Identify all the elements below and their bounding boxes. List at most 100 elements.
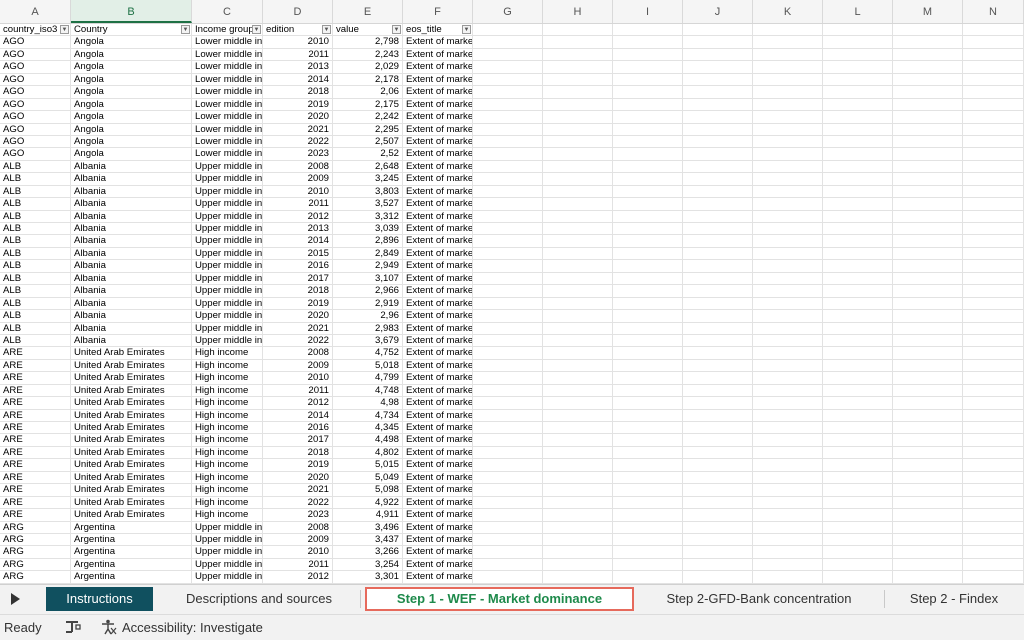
data-cell[interactable]: ARE <box>0 459 71 472</box>
data-cell[interactable]: Angola <box>71 73 192 87</box>
empty-cell[interactable] <box>823 558 893 572</box>
empty-cell[interactable] <box>613 272 683 286</box>
empty-cell[interactable] <box>893 322 963 335</box>
empty-cell[interactable] <box>823 61 893 74</box>
empty-cell[interactable] <box>543 359 613 373</box>
data-cell[interactable]: 2022 <box>263 135 333 149</box>
data-cell[interactable]: Extent of market dominance <box>403 384 473 398</box>
data-cell[interactable]: United Arab Emirates <box>71 496 192 510</box>
data-cell[interactable]: Extent of market dominance <box>403 521 473 534</box>
empty-cell[interactable] <box>893 471 963 485</box>
data-cell[interactable]: 2,242 <box>333 111 403 124</box>
empty-cell[interactable] <box>543 86 613 99</box>
empty-cell[interactable] <box>613 509 683 522</box>
data-cell[interactable]: Extent of market dominance <box>403 459 473 472</box>
empty-cell[interactable] <box>683 160 753 174</box>
empty-cell[interactable] <box>963 73 1024 87</box>
empty-cell[interactable] <box>473 459 543 472</box>
empty-cell[interactable] <box>823 434 893 447</box>
data-cell[interactable]: ALB <box>0 322 71 335</box>
empty-cell[interactable] <box>543 422 613 435</box>
data-cell[interactable]: Angola <box>71 86 192 99</box>
data-cell[interactable]: ARE <box>0 384 71 398</box>
empty-cell[interactable] <box>543 459 613 472</box>
empty-cell[interactable] <box>963 372 1024 385</box>
data-cell[interactable]: 2017 <box>263 434 333 447</box>
empty-cell[interactable] <box>753 61 823 74</box>
data-cell[interactable]: 2011 <box>263 48 333 62</box>
data-cell[interactable]: Lower middle income <box>192 111 263 124</box>
empty-cell[interactable] <box>473 86 543 99</box>
data-cell[interactable]: ARG <box>0 558 71 572</box>
empty-cell[interactable] <box>543 297 613 311</box>
data-cell[interactable]: Extent of market dominance <box>403 359 473 373</box>
empty-cell[interactable] <box>613 86 683 99</box>
empty-cell[interactable] <box>473 36 543 49</box>
data-cell[interactable]: United Arab Emirates <box>71 359 192 373</box>
empty-cell[interactable] <box>543 372 613 385</box>
filter-dropdown-icon[interactable]: ▼ <box>181 25 190 34</box>
empty-cell[interactable] <box>963 546 1024 559</box>
data-cell[interactable]: 2014 <box>263 73 333 87</box>
data-cell[interactable]: 2016 <box>263 260 333 273</box>
empty-cell[interactable] <box>683 446 753 460</box>
data-cell[interactable]: Lower middle income <box>192 61 263 74</box>
data-cell[interactable]: AGO <box>0 86 71 99</box>
data-cell[interactable]: 2009 <box>263 359 333 373</box>
empty-cell[interactable] <box>823 397 893 410</box>
data-cell[interactable]: Upper middle income <box>192 334 263 348</box>
data-cell[interactable]: ARG <box>0 533 71 547</box>
empty-cell[interactable] <box>823 24 893 37</box>
empty-cell[interactable] <box>963 272 1024 286</box>
tab-step2-findex[interactable]: Step 2 - Findex <box>890 587 1018 611</box>
data-cell[interactable]: 2015 <box>263 247 333 261</box>
empty-cell[interactable] <box>963 310 1024 323</box>
data-cell[interactable]: Albania <box>71 223 192 236</box>
empty-cell[interactable] <box>963 135 1024 149</box>
empty-cell[interactable] <box>473 496 543 510</box>
data-cell[interactable]: Upper middle income <box>192 247 263 261</box>
empty-cell[interactable] <box>823 334 893 348</box>
column-header-d[interactable]: D <box>263 0 333 23</box>
empty-cell[interactable] <box>683 98 753 112</box>
data-cell[interactable]: Extent of market dominance <box>403 334 473 348</box>
data-cell[interactable]: 2019 <box>263 297 333 311</box>
empty-cell[interactable] <box>613 123 683 136</box>
data-cell[interactable]: High income <box>192 347 263 360</box>
empty-cell[interactable] <box>893 111 963 124</box>
data-cell[interactable]: ARE <box>0 484 71 497</box>
data-cell[interactable]: United Arab Emirates <box>71 397 192 410</box>
data-cell[interactable]: 2,295 <box>333 123 403 136</box>
data-cell[interactable]: Upper middle income <box>192 173 263 186</box>
empty-cell[interactable] <box>683 123 753 136</box>
empty-cell[interactable] <box>683 111 753 124</box>
empty-cell[interactable] <box>963 571 1024 584</box>
data-cell[interactable]: 3,527 <box>333 198 403 211</box>
data-cell[interactable]: 2023 <box>263 148 333 161</box>
empty-cell[interactable] <box>823 285 893 298</box>
empty-cell[interactable] <box>613 521 683 534</box>
empty-cell[interactable] <box>683 173 753 186</box>
empty-cell[interactable] <box>823 247 893 261</box>
empty-cell[interactable] <box>753 260 823 273</box>
empty-cell[interactable] <box>613 73 683 87</box>
data-cell[interactable]: 2014 <box>263 409 333 422</box>
data-cell[interactable]: Upper middle income <box>192 260 263 273</box>
empty-cell[interactable] <box>683 285 753 298</box>
data-cell[interactable]: 2,175 <box>333 98 403 112</box>
data-cell[interactable]: 5,018 <box>333 359 403 373</box>
empty-cell[interactable] <box>893 173 963 186</box>
empty-cell[interactable] <box>823 347 893 360</box>
data-cell[interactable]: AGO <box>0 111 71 124</box>
data-cell[interactable]: Angola <box>71 36 192 49</box>
data-cell[interactable]: ARG <box>0 571 71 584</box>
empty-cell[interactable] <box>543 509 613 522</box>
data-cell[interactable]: Extent of market dominance <box>403 235 473 248</box>
column-header-b[interactable]: B <box>71 0 192 23</box>
column-header-i[interactable]: I <box>613 0 683 23</box>
empty-cell[interactable] <box>893 334 963 348</box>
data-cell[interactable]: AGO <box>0 98 71 112</box>
data-cell[interactable]: United Arab Emirates <box>71 384 192 398</box>
data-cell[interactable]: Extent of market dominance <box>403 422 473 435</box>
empty-cell[interactable] <box>613 148 683 161</box>
